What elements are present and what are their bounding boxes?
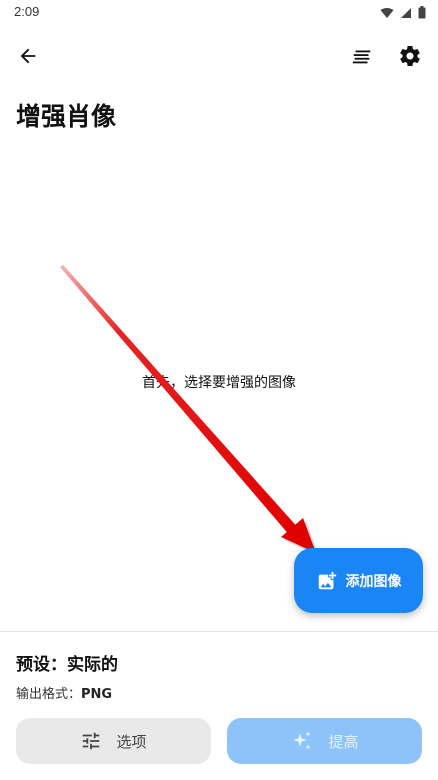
add-photo-icon	[318, 571, 336, 589]
status-icons	[380, 6, 426, 19]
sparkle-icon	[293, 731, 312, 750]
format-value: PNG	[81, 687, 113, 702]
empty-state-hint: 首先，选择要增强的图像	[142, 375, 296, 391]
options-button[interactable]: 选项	[16, 718, 211, 764]
top-app-bar	[0, 34, 438, 78]
signal-icon	[401, 7, 411, 18]
format-label: 输出格式：	[16, 687, 82, 702]
status-bar: 2:09	[0, 0, 438, 26]
wifi-icon	[380, 7, 394, 18]
settings-button[interactable]	[392, 38, 428, 74]
enhance-label: 提高	[328, 732, 359, 751]
add-image-button[interactable]: 添加图像	[294, 548, 423, 613]
battery-icon	[418, 6, 426, 19]
page-title: 增强肖像	[16, 102, 117, 131]
tune-icon	[83, 732, 100, 750]
gear-icon	[400, 46, 420, 67]
enhance-button[interactable]: 提高	[227, 718, 422, 764]
preset-value: 实际的	[67, 655, 118, 675]
sort-button[interactable]	[344, 38, 380, 74]
output-format-row: 输出格式：PNG	[16, 683, 112, 702]
options-label: 选项	[116, 732, 147, 751]
sort-icon	[352, 50, 371, 64]
divider	[0, 631, 438, 632]
preset-label: 预设：	[16, 655, 67, 675]
back-button[interactable]	[10, 38, 46, 74]
preset-row[interactable]: 预设：实际的	[16, 650, 118, 675]
back-arrow-icon	[20, 48, 36, 64]
status-time: 2:09	[14, 4, 40, 19]
add-image-label: 添加图像	[345, 573, 402, 590]
